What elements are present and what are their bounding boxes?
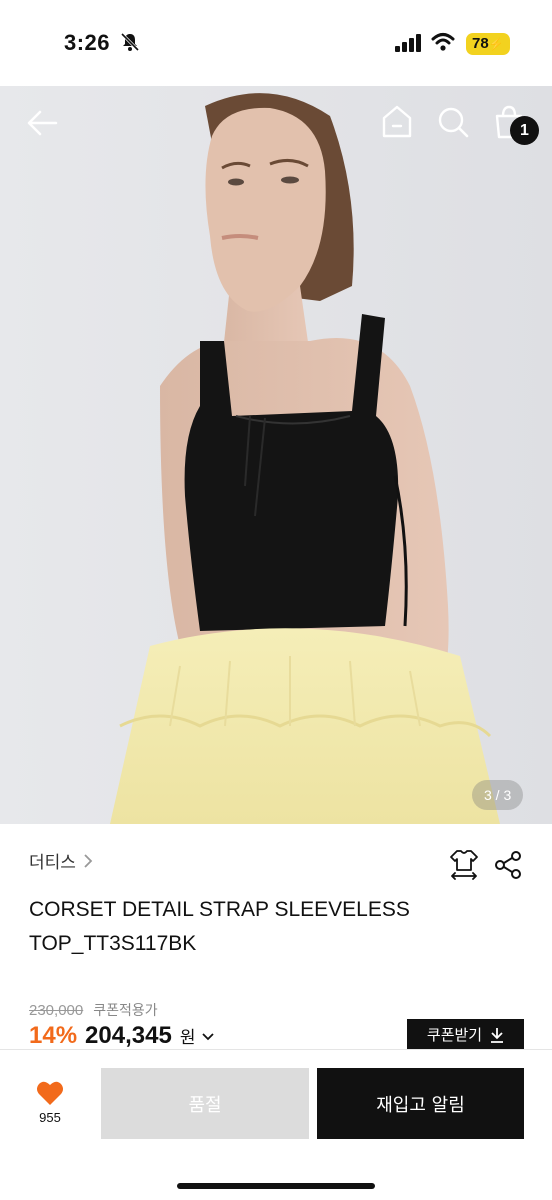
like-count: 955 [39,1110,61,1125]
home-indicator [177,1183,375,1189]
status-bar: 3:26 78⚡ [0,0,552,86]
home-icon[interactable] [380,104,414,140]
currency-label: 원 [179,1028,196,1048]
product-title-line1: CORSET DETAIL STRAP SLEEVELESS [29,898,410,921]
battery-level: 78 [472,35,489,52]
coupon-download-button[interactable]: 쿠폰받기 [407,1019,524,1050]
search-icon[interactable] [436,104,470,140]
product-title-line2: TOP_TT3S117BK [29,932,197,955]
status-time: 3:26 [64,30,111,55]
coupon-price-note: 쿠폰적용가 [93,1003,158,1019]
soldout-button[interactable]: 품절 [101,1068,309,1139]
cart-count-badge: 1 [510,116,539,145]
share-icon[interactable] [494,850,522,880]
like-button[interactable]: 955 [20,1080,80,1125]
bolt-icon: ⚡ [488,37,504,51]
chevron-down-icon [202,1033,215,1041]
size-fit-icon[interactable] [449,848,479,880]
original-price-row: 230,000 쿠폰적용가 [29,1000,158,1020]
bottom-action-bar: 955 품절 재입고 알림 [0,1049,552,1200]
image-counter: 3 / 3 [472,780,524,810]
product-photo [0,86,552,824]
bell-off-icon [120,32,140,52]
discount-rate: 14% [29,1022,78,1049]
brand-link[interactable]: 더티스 [29,848,94,873]
original-price: 230,000 [29,1002,84,1019]
heart-icon [37,1081,63,1105]
coupon-button-label: 쿠폰받기 [426,1026,483,1044]
download-icon [491,1027,504,1043]
sale-price-row[interactable]: 14% 204,345 원 [29,1022,215,1050]
product-image-gallery[interactable]: 1 3 / 3 [0,86,552,824]
product-title: CORSET DETAIL STRAP SLEEVELESS TOP_TT3S1… [29,893,529,961]
battery-icon: 78⚡ [466,33,510,55]
brand-name: 더티스 [29,853,76,873]
restock-alert-button[interactable]: 재입고 알림 [317,1068,524,1139]
chevron-right-icon [84,853,93,868]
back-arrow-icon[interactable] [24,106,60,140]
sale-price: 204,345 [85,1022,172,1049]
signal-icon [395,34,421,52]
wifi-icon [431,33,455,51]
